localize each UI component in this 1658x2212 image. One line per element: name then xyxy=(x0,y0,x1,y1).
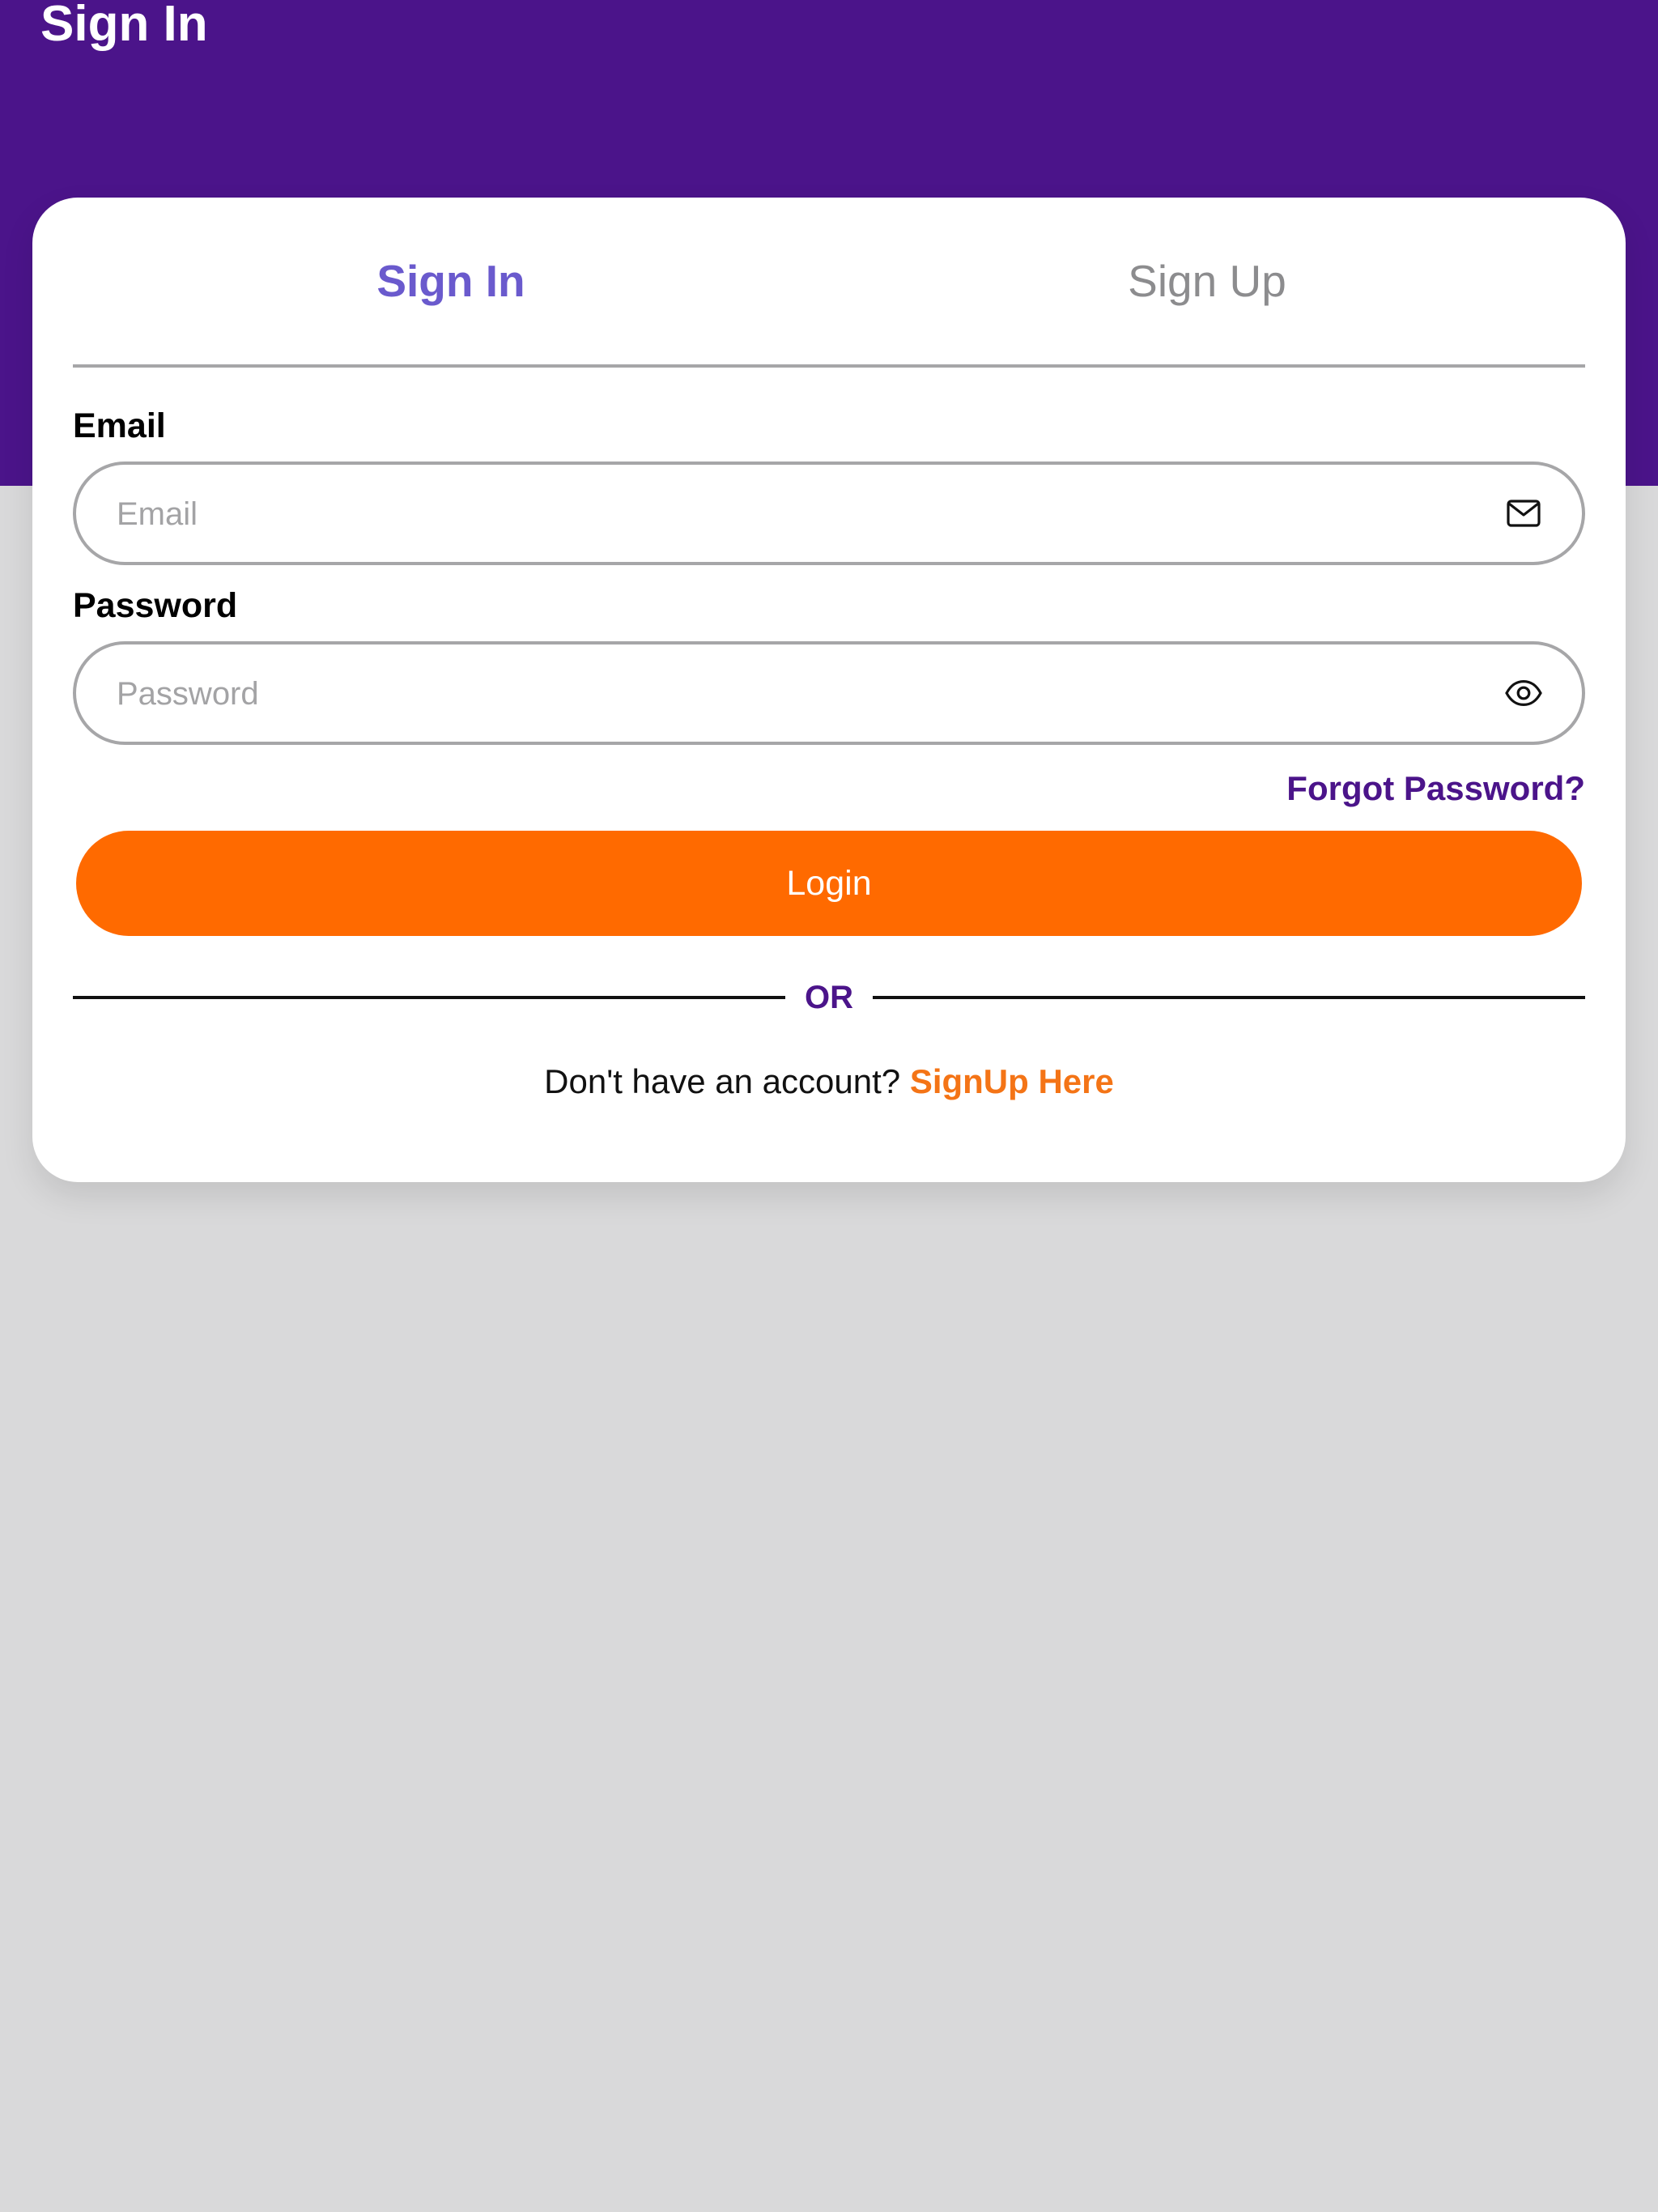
signup-prompt-row: Don't have an account? SignUp Here xyxy=(32,1062,1626,1101)
divider-line-right xyxy=(873,996,1585,999)
page-title: Sign In xyxy=(40,0,208,52)
sign-in-screen: Sign In Sign In Sign Up Email Password F… xyxy=(0,0,1658,2212)
forgot-password-link[interactable]: Forgot Password? xyxy=(1286,769,1585,808)
auth-tabs: Sign In Sign Up xyxy=(73,198,1585,368)
password-field-wrapper xyxy=(73,641,1585,745)
email-field-wrapper xyxy=(73,462,1585,565)
tab-sign-in[interactable]: Sign In xyxy=(73,198,829,364)
password-label: Password xyxy=(73,586,238,625)
login-button[interactable]: Login xyxy=(76,831,1582,936)
mail-icon xyxy=(1507,500,1541,527)
tab-sign-up[interactable]: Sign Up xyxy=(829,198,1585,364)
password-field[interactable] xyxy=(115,644,1478,743)
eye-icon[interactable] xyxy=(1504,674,1543,713)
signup-prompt: Don't have an account? xyxy=(544,1062,910,1100)
email-label: Email xyxy=(73,406,166,445)
signup-here-link[interactable]: SignUp Here xyxy=(910,1062,1114,1100)
email-field[interactable] xyxy=(115,465,1478,564)
or-divider: OR xyxy=(73,973,1585,1022)
auth-card: Sign In Sign Up Email Password Forgot Pa… xyxy=(32,198,1626,1182)
